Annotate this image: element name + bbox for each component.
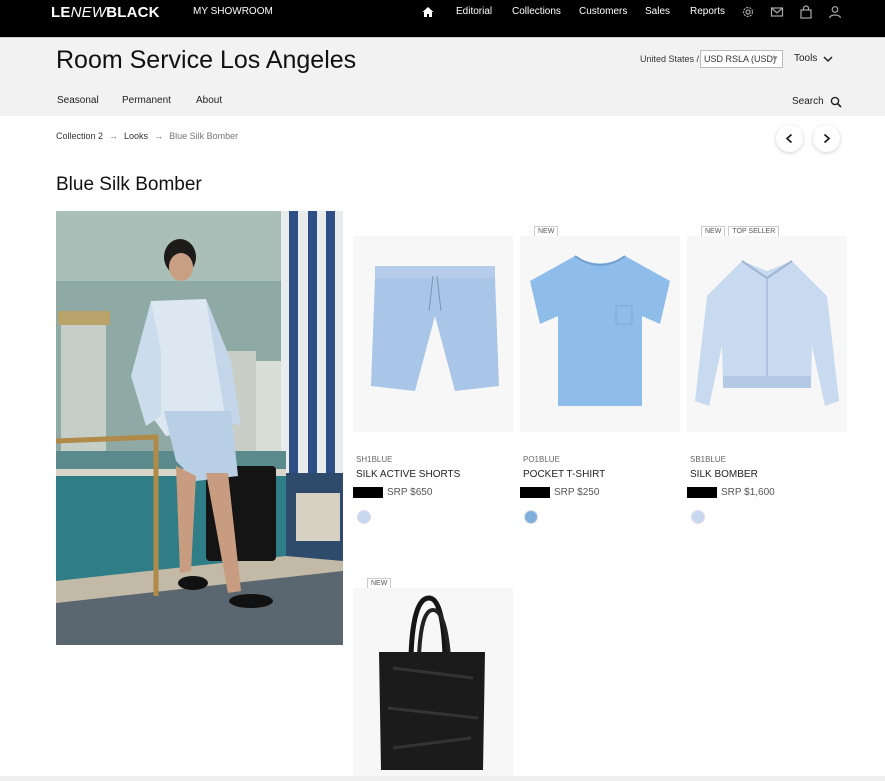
product-image[interactable]	[353, 588, 513, 776]
product-image[interactable]	[353, 236, 513, 432]
bomber-image	[695, 260, 839, 406]
product-price: SRP $1,600	[721, 487, 775, 498]
caret-down-icon: ▼	[771, 54, 779, 63]
chevron-right-icon	[823, 133, 831, 144]
color-swatch[interactable]	[691, 510, 705, 524]
look-title: Blue Silk Bomber	[56, 174, 202, 195]
tools-menu[interactable]: Tools	[794, 53, 817, 65]
look-photo	[56, 211, 343, 645]
product-price: SRP $250	[554, 487, 600, 498]
badge-group: NEW	[534, 220, 561, 238]
tab-permanent[interactable]: Permanent	[122, 95, 171, 107]
tote-bag-image	[379, 595, 485, 770]
search-label[interactable]: Search	[792, 96, 824, 108]
user-icon[interactable]	[828, 5, 842, 19]
region-label: United States /	[640, 54, 700, 64]
product-image[interactable]	[687, 236, 847, 432]
arrow-right-icon: →	[109, 131, 119, 141]
nav-sales[interactable]: Sales	[645, 6, 670, 18]
store-title: Room Service Los Angeles	[56, 46, 357, 74]
search-icon[interactable]	[830, 96, 842, 108]
gear-icon[interactable]	[741, 5, 755, 19]
product-sku: SH1BLUE	[356, 455, 393, 464]
product-price: SRP $650	[387, 487, 433, 498]
my-showroom-link[interactable]: MY SHOWROOM	[193, 6, 273, 18]
previous-look-button[interactable]	[776, 125, 803, 152]
logo-text-italic: NEW	[70, 4, 107, 21]
currency-select[interactable]: USD RSLA (USD) ▼	[700, 50, 783, 68]
redacted-price	[520, 487, 550, 498]
top-navbar: LENEWBLACK MY SHOWROOM Editorial Collect…	[0, 0, 885, 37]
product-name[interactable]: POCKET T-SHIRT	[523, 469, 605, 481]
bag-icon[interactable]	[799, 5, 813, 19]
tab-about[interactable]: About	[196, 95, 222, 107]
nav-customers[interactable]: Customers	[579, 6, 627, 18]
badge-group: NEW TOP SELLER	[701, 220, 782, 238]
color-swatch[interactable]	[357, 510, 371, 524]
color-swatch[interactable]	[524, 510, 538, 524]
product-name[interactable]: SILK ACTIVE SHORTS	[356, 469, 460, 481]
redacted-price	[353, 487, 383, 498]
nav-collections[interactable]: Collections	[512, 6, 561, 18]
product-sku: SB1BLUE	[690, 455, 727, 464]
home-icon[interactable]	[421, 5, 435, 19]
product-name[interactable]: SILK BOMBER	[690, 469, 758, 481]
page-bottom-border	[0, 776, 885, 781]
tshirt-image	[530, 255, 670, 406]
shorts-image	[371, 266, 499, 391]
brand-logo[interactable]: LENEWBLACK	[51, 5, 160, 21]
breadcrumb-looks[interactable]: Looks	[124, 131, 148, 142]
breadcrumb-collection[interactable]: Collection 2	[56, 131, 103, 142]
product-sku: PO1BLUE	[523, 455, 560, 464]
nav-editorial[interactable]: Editorial	[456, 6, 492, 18]
arrow-right-icon: →	[154, 131, 164, 141]
logo-text-prefix: LE	[51, 4, 71, 21]
breadcrumb-current: Blue Silk Bomber	[169, 131, 239, 141]
currency-value: USD RSLA (USD)	[704, 54, 777, 64]
redacted-price	[687, 487, 717, 498]
breadcrumb: Collection 2 → Looks → Blue Silk Bomber	[56, 131, 238, 142]
tab-seasonal[interactable]: Seasonal	[57, 95, 99, 107]
look-hero-image[interactable]	[56, 211, 343, 645]
store-header: Room Service Los Angeles United States /…	[0, 37, 885, 116]
badge-group: NEW	[367, 572, 394, 590]
logo-text-suffix: BLACK	[106, 4, 160, 21]
next-look-button[interactable]	[813, 125, 840, 152]
chevron-down-icon[interactable]	[822, 54, 834, 64]
mail-icon[interactable]	[770, 5, 784, 19]
chevron-left-icon	[785, 133, 793, 144]
product-image[interactable]	[520, 236, 680, 432]
nav-reports[interactable]: Reports	[690, 6, 725, 18]
